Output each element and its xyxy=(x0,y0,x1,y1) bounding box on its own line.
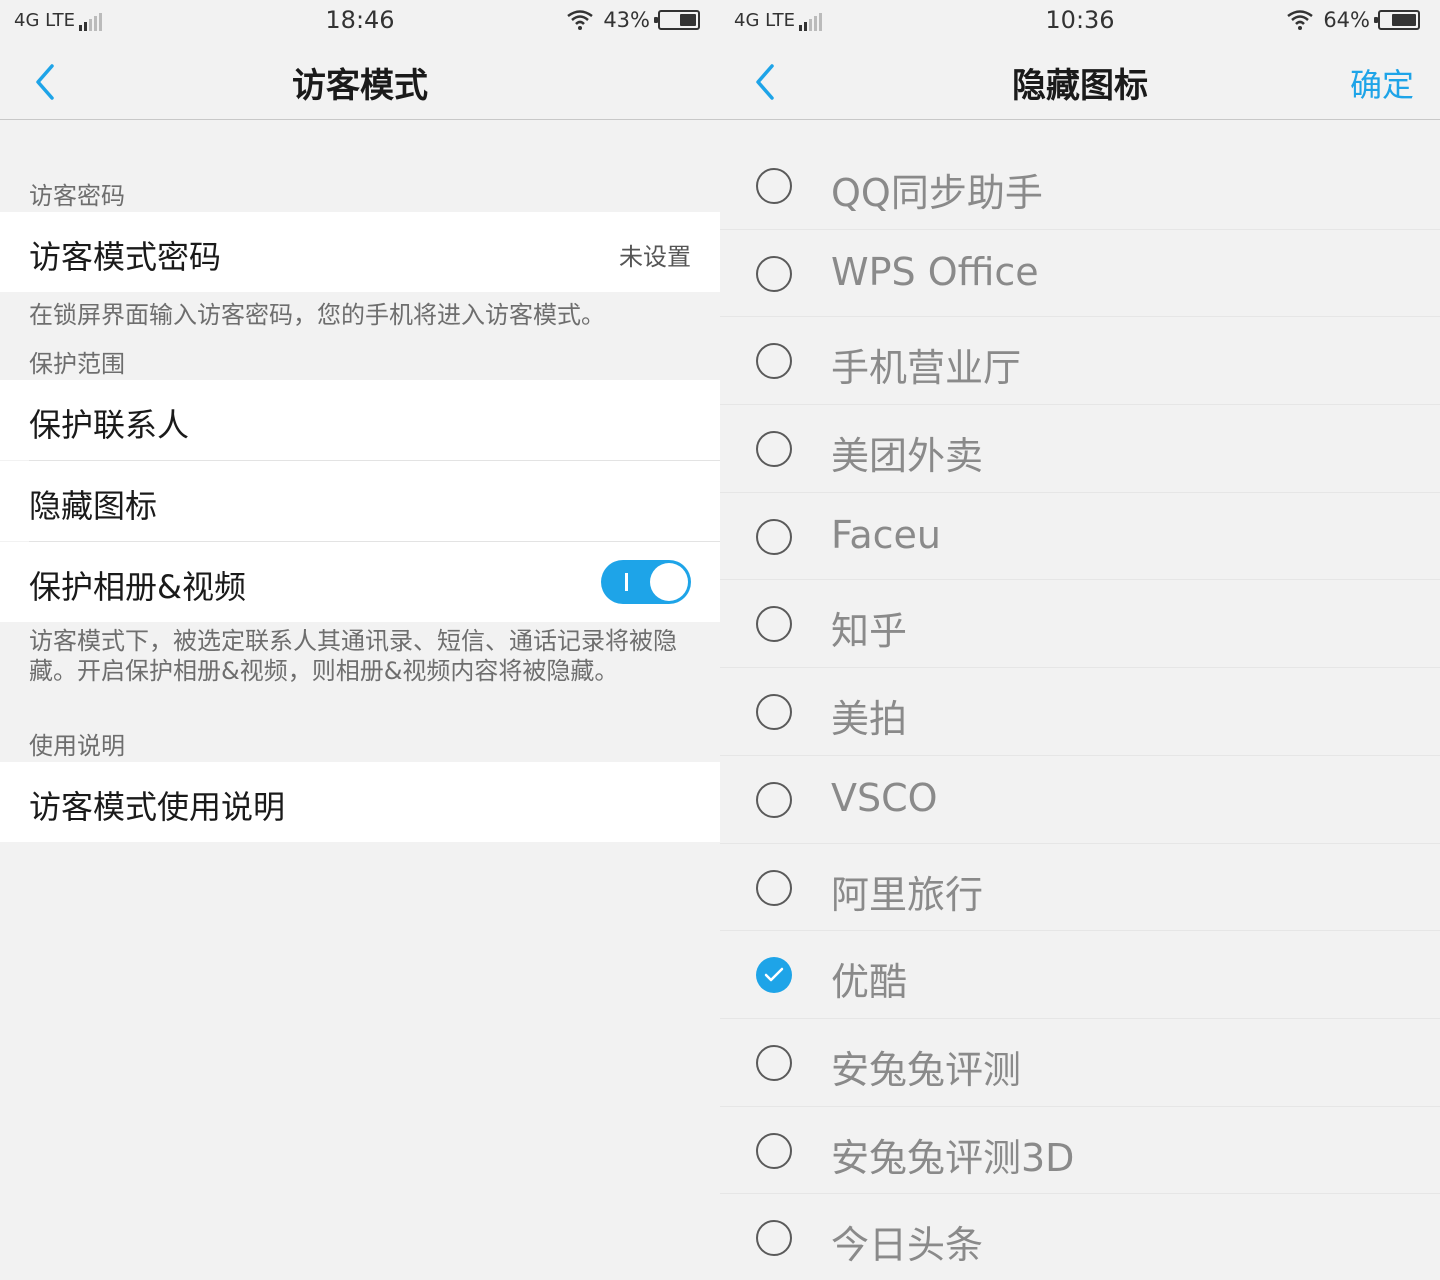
usage-guide-label: 访客模式使用说明 xyxy=(29,788,286,826)
protect-album-row: 保护相册&视频 xyxy=(0,542,720,622)
app-name: 安兔兔评测3D xyxy=(831,1135,1075,1180)
password-description: 在锁屏界面输入访客密码，您的手机将进入访客模式。 xyxy=(29,301,605,329)
app-list-item[interactable]: QQ同步助手 xyxy=(720,142,1440,230)
protect-contacts-label: 保护联系人 xyxy=(29,406,190,444)
battery-icon xyxy=(1374,10,1420,30)
status-right: 43% xyxy=(567,8,700,32)
status-bar: 4G LTE 10:36 64% xyxy=(720,0,1440,44)
check-icon xyxy=(764,967,784,982)
radio-checked-icon[interactable] xyxy=(756,957,792,994)
section-header-protect: 保护范围 xyxy=(29,350,125,378)
app-name: 手机营业厅 xyxy=(831,346,1022,391)
app-list: QQ同步助手 WPS Office 手机营业厅美团外卖 Faceu 知乎美拍 VSCO 阿里… xyxy=(720,142,1440,1280)
battery-icon xyxy=(654,10,700,30)
confirm-button[interactable]: 确定 xyxy=(1350,60,1414,106)
app-list-item[interactable]: 今日头条 xyxy=(720,1194,1440,1280)
app-name: 今日头条 xyxy=(831,1223,984,1268)
radio-unchecked-icon[interactable] xyxy=(756,518,792,555)
radio-unchecked-icon[interactable] xyxy=(756,255,792,292)
visitor-password-label: 访客模式密码 xyxy=(29,238,222,276)
visitor-mode-screen: 4G LTE 18:46 43% 访客模式 访客密码 访客模式密码 未设置 在锁… xyxy=(0,0,720,1280)
nav-bar: 隐藏图标 确定 xyxy=(720,44,1440,120)
page-title: 隐藏图标 xyxy=(1012,66,1148,106)
radio-unchecked-icon[interactable] xyxy=(756,1044,792,1081)
protect-album-label: 保护相册&视频 xyxy=(29,568,246,606)
app-name: 安兔兔评测 xyxy=(831,1047,1022,1092)
visitor-password-value: 未设置 xyxy=(619,243,691,271)
radio-unchecked-icon[interactable] xyxy=(756,694,792,731)
radio-unchecked-icon[interactable] xyxy=(756,168,792,204)
nav-bar: 访客模式 xyxy=(0,44,720,120)
app-name: 美拍 xyxy=(831,697,908,742)
section-header-password: 访客密码 xyxy=(29,182,125,210)
app-name: 阿里旅行 xyxy=(831,872,984,917)
radio-unchecked-icon[interactable] xyxy=(756,1220,792,1257)
app-list-item[interactable]: 安兔兔评测3D xyxy=(720,1107,1440,1195)
radio-unchecked-icon[interactable] xyxy=(756,431,792,468)
radio-unchecked-icon[interactable] xyxy=(756,781,792,818)
app-list-item[interactable]: 安兔兔评测 xyxy=(720,1019,1440,1107)
app-list-item[interactable]: 手机营业厅 xyxy=(720,317,1440,406)
app-name: 知乎 xyxy=(831,609,908,654)
app-list-item[interactable]: 阿里旅行 xyxy=(720,844,1440,932)
hide-icons-screen: 4G LTE 10:36 64% 隐藏图标 确定 QQ同步助手 WPS Offi… xyxy=(720,0,1440,1280)
protect-contacts-row[interactable]: 保护联系人 xyxy=(0,380,720,460)
app-list-item[interactable]: VSCO xyxy=(720,756,1440,844)
radio-unchecked-icon[interactable] xyxy=(756,869,792,906)
app-name: WPS Office xyxy=(831,249,1039,294)
app-list-item[interactable]: 美拍 xyxy=(720,668,1440,756)
section-header-usage: 使用说明 xyxy=(29,732,125,760)
status-right: 64% xyxy=(1287,8,1420,32)
protect-description: 访客模式下，被选定联系人其通讯录、短信、通话记录将被隐藏。开启保护相册&视频，则… xyxy=(29,627,677,685)
app-name: 优酷 xyxy=(831,960,908,1005)
status-bar: 4G LTE 18:46 43% xyxy=(0,0,720,44)
protect-album-toggle[interactable] xyxy=(601,560,691,604)
app-list-item[interactable]: 美团外卖 xyxy=(720,405,1440,493)
battery-percent: 43% xyxy=(603,8,650,32)
wifi-icon xyxy=(567,10,594,30)
page-title: 访客模式 xyxy=(292,66,428,106)
toggle-knob xyxy=(650,563,688,601)
radio-unchecked-icon[interactable] xyxy=(756,343,792,380)
app-list-item[interactable]: WPS Office xyxy=(720,230,1440,318)
visitor-password-row[interactable]: 访客模式密码 未设置 xyxy=(0,212,720,292)
wifi-icon xyxy=(1287,10,1314,30)
app-name: 美团外卖 xyxy=(831,434,984,479)
app-list-item[interactable]: Faceu xyxy=(720,493,1440,581)
hide-icons-label: 隐藏图标 xyxy=(29,487,158,525)
app-name: Faceu xyxy=(831,512,942,557)
hide-icons-row[interactable]: 隐藏图标 xyxy=(0,461,720,541)
app-list-item[interactable]: 知乎 xyxy=(720,580,1440,669)
app-name: QQ同步助手 xyxy=(831,171,1043,215)
app-list-item[interactable]: 优酷 xyxy=(720,931,1440,1019)
battery-percent: 64% xyxy=(1323,8,1370,32)
usage-guide-row[interactable]: 访客模式使用说明 xyxy=(0,762,720,842)
toggle-on-mark xyxy=(625,573,628,591)
app-name: VSCO xyxy=(831,775,938,820)
radio-unchecked-icon[interactable] xyxy=(756,1132,792,1169)
radio-unchecked-icon[interactable] xyxy=(756,606,792,643)
